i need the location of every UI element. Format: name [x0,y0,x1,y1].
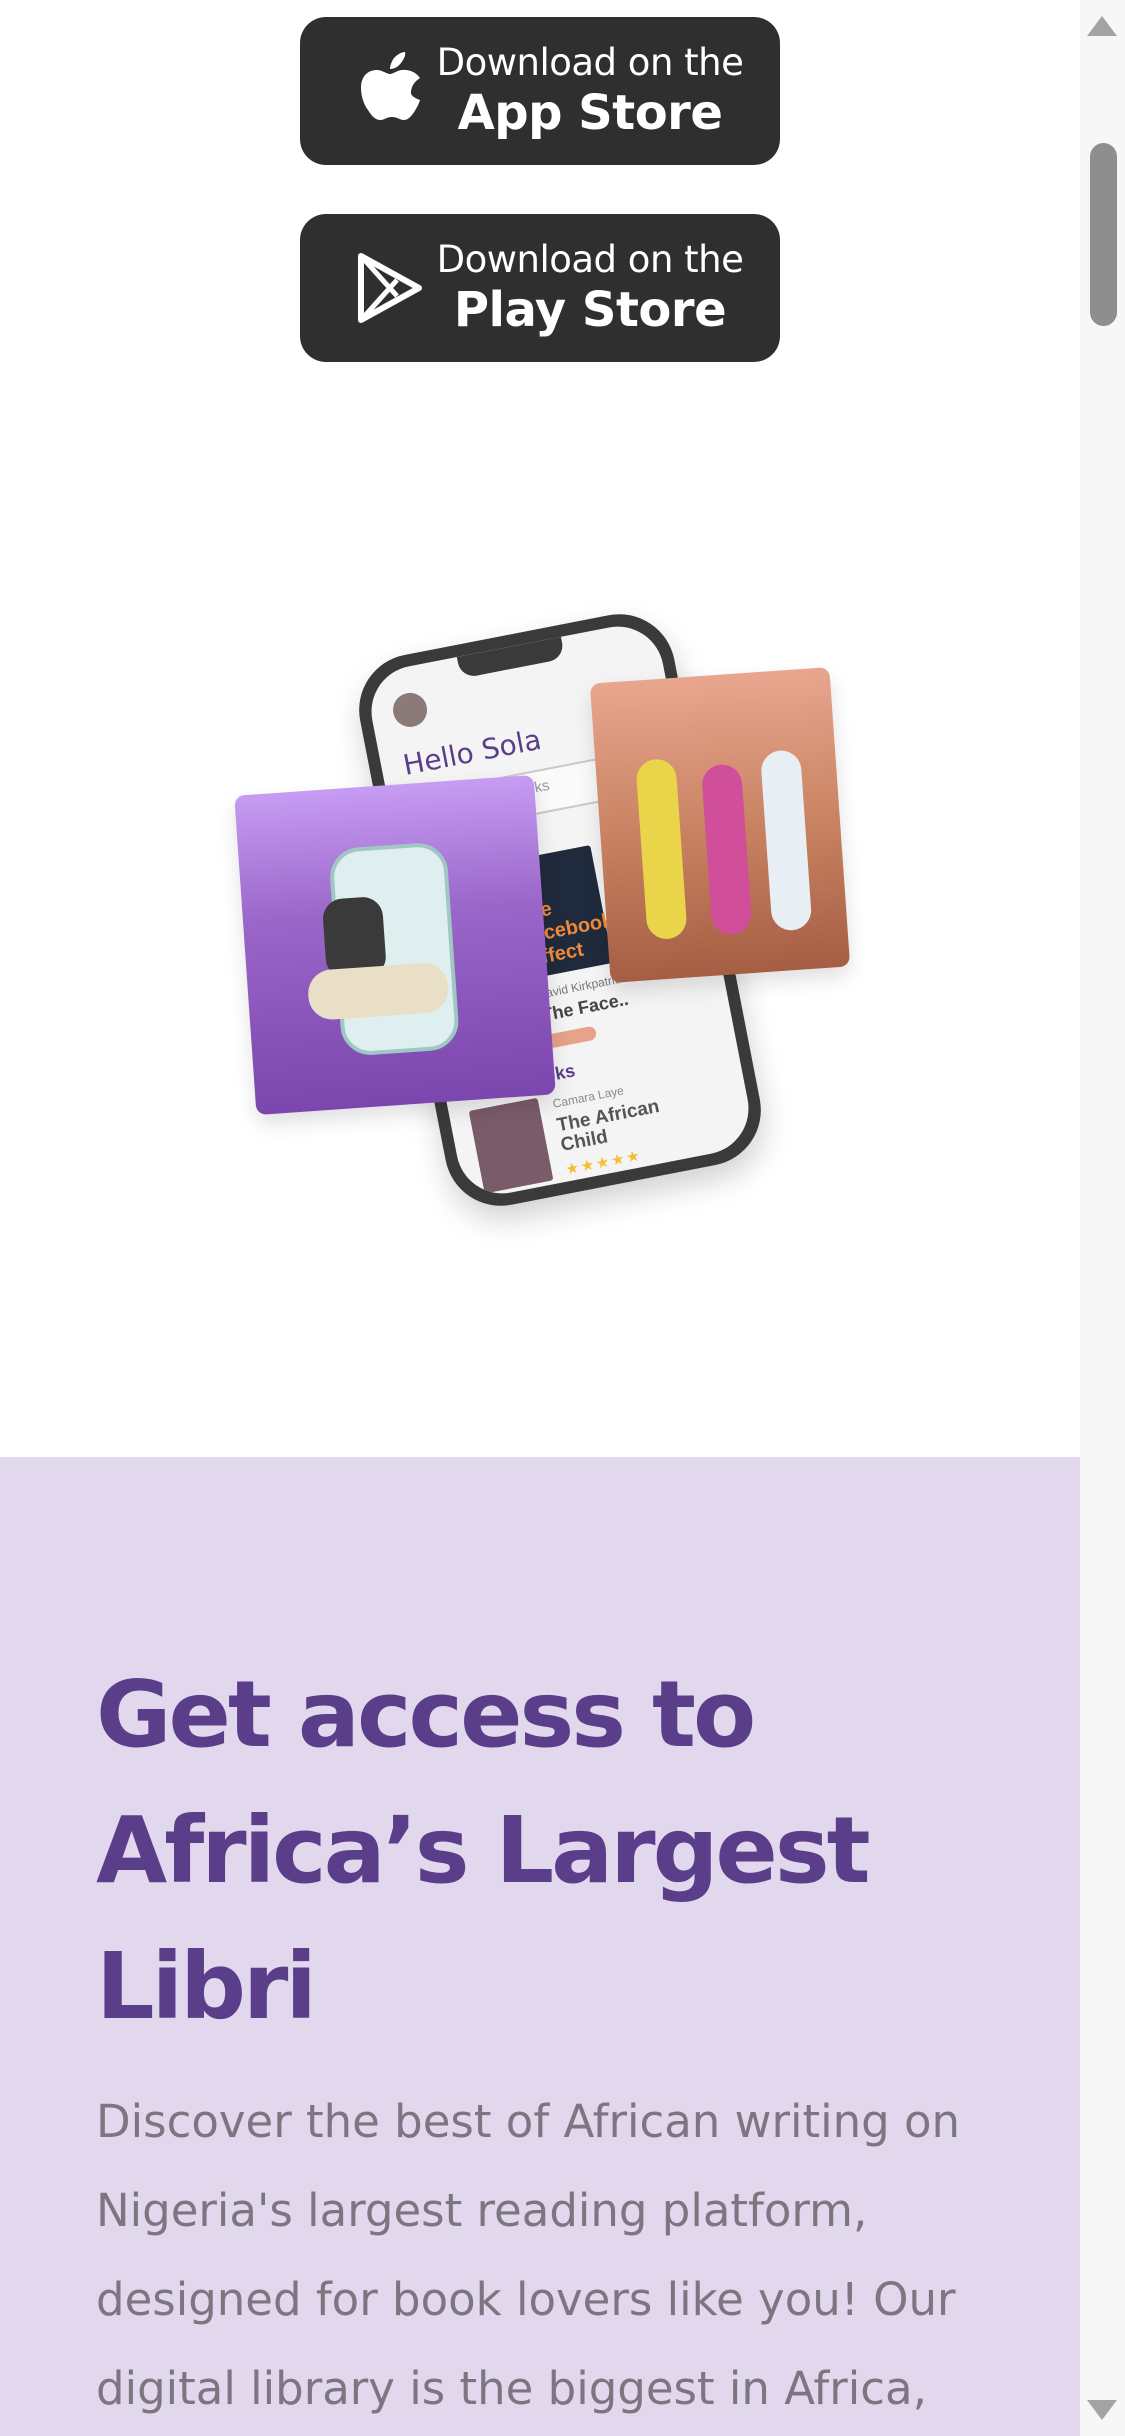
group-illustration-card [589,666,851,984]
page: Download on the App Store Download on th… [0,0,1080,2436]
play-store-icon [350,248,430,328]
app-store-line2: App Store [457,85,723,141]
person-figure-white [760,749,813,932]
play-store-button[interactable]: Download on the Play Store [300,214,780,362]
promo-description: Discover the best of African writing on … [96,2095,961,2415]
phone-notch [456,636,566,679]
hero-illustration: Hello Sola Search Books the facebook eff… [0,600,1080,1300]
app-store-label: Download on the App Store [430,41,750,141]
person-figure-pink [700,763,753,936]
scrollbar-thumb[interactable] [1090,143,1117,326]
promo-section: Get access to Africa’s Largest Libri Dis… [0,1457,1080,2436]
book-genre-badge [545,1025,598,1049]
avatar [390,690,431,730]
scroll-up-arrow-icon[interactable] [1087,16,1117,36]
list-book-thumbnail [468,1097,554,1194]
play-store-line2: Play Store [453,282,727,338]
app-store-button[interactable]: Download on the App Store [300,17,780,165]
app-store-line1: Download on the [436,41,744,84]
person-figure-yellow [635,757,688,941]
scrollbar[interactable] [1080,0,1125,2436]
promo-headline: Get access to Africa’s Largest Libri [96,1661,871,2040]
play-store-label: Download on the Play Store [430,238,750,338]
scroll-down-arrow-icon[interactable] [1087,2400,1117,2420]
play-store-line1: Download on the [436,238,744,281]
reader-illustration-card [234,774,556,1116]
reader-legs [306,961,450,1022]
apple-icon [350,51,430,131]
